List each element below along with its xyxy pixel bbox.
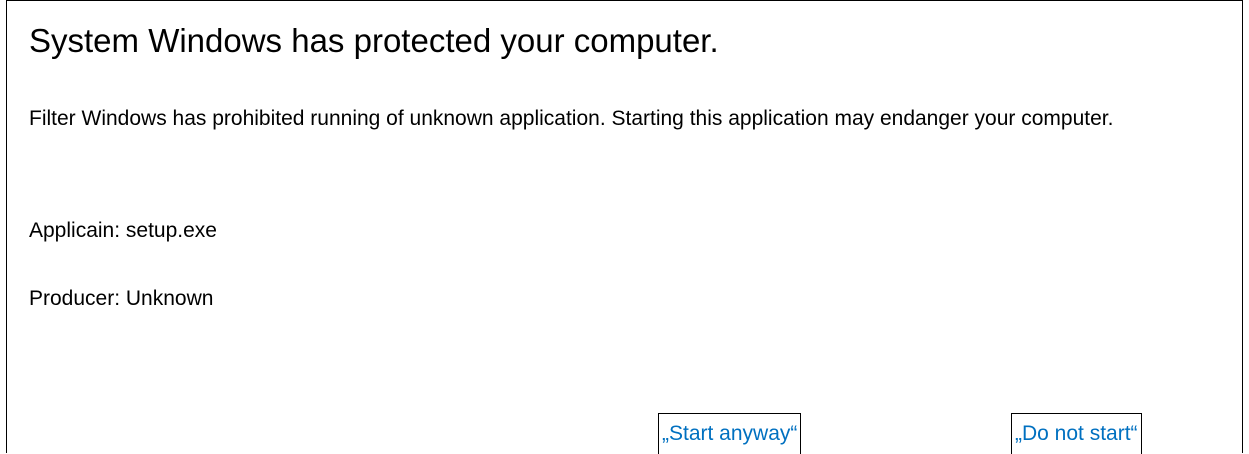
producer-value: Unknown xyxy=(125,287,214,310)
dialog-title: System Windows has protected your comput… xyxy=(29,22,719,59)
application-info: Applicainsetup.exe xyxy=(29,216,217,246)
start-anyway-button[interactable]: „Start anyway“ xyxy=(658,413,802,454)
producer-label: Producer xyxy=(29,287,126,310)
producer-info: ProducerUnknown xyxy=(29,284,213,314)
do-not-start-button[interactable]: „Do not start“ xyxy=(1011,413,1142,454)
warning-dialog: System Windows has protected your comput… xyxy=(6,0,1243,454)
dialog-message: Filter Windows has prohibited running of… xyxy=(29,107,1114,130)
application-value: setup.exe xyxy=(125,219,217,242)
application-label: Applicain xyxy=(29,219,126,242)
